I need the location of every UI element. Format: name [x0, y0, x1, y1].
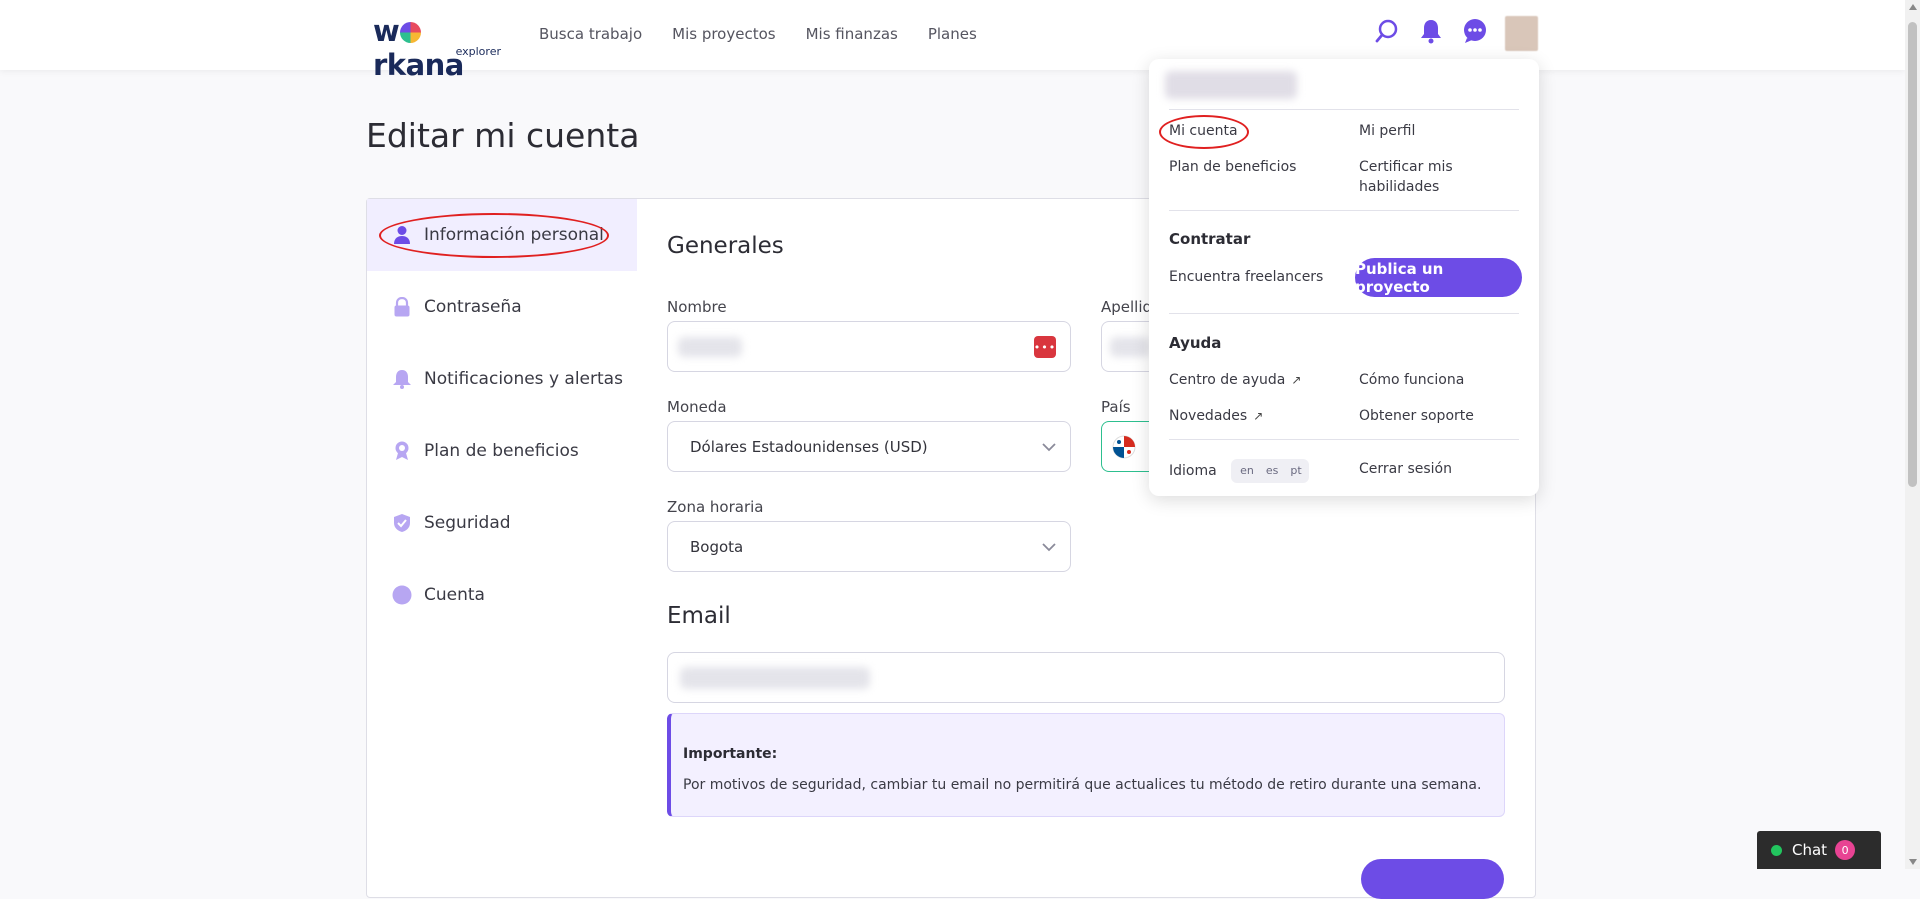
- zona-horaria-value: Bogota: [690, 537, 744, 556]
- main-nav: Busca trabajo Mis proyectos Mis finanzas…: [539, 25, 977, 43]
- scroll-up-arrow[interactable]: [1909, 4, 1917, 10]
- logo-o-icon: [400, 22, 422, 43]
- search-icon[interactable]: [1373, 17, 1401, 45]
- scroll-thumb[interactable]: [1908, 22, 1917, 487]
- menu-plan-beneficios[interactable]: Plan de beneficios: [1169, 157, 1296, 177]
- chat-unread-badge: 0: [1835, 840, 1856, 860]
- zona-horaria-label: Zona horaria: [667, 498, 764, 516]
- sidebar-item-label: Cuenta: [424, 585, 485, 605]
- lang-en-option[interactable]: en: [1235, 460, 1259, 482]
- sidebar-item-plan-beneficios[interactable]: Plan de beneficios: [367, 415, 637, 487]
- lang-es-option[interactable]: es: [1260, 460, 1284, 482]
- nav-mis-proyectos[interactable]: Mis proyectos: [672, 25, 775, 43]
- email-notice: Importante: Por motivos de seguridad, ca…: [667, 713, 1505, 817]
- external-link-icon: ↗: [1291, 373, 1302, 387]
- menu-novedades[interactable]: Novedades ↗: [1169, 406, 1263, 426]
- notice-text: Por motivos de seguridad, cambiar tu ema…: [683, 777, 1482, 793]
- moneda-label: Moneda: [667, 398, 727, 416]
- messages-icon[interactable]: [1461, 17, 1489, 45]
- account-dropdown-menu: Mi cuenta Mi perfil Plan de beneficios C…: [1149, 59, 1539, 496]
- email-input[interactable]: [667, 652, 1505, 703]
- panama-flag-icon: [1112, 435, 1136, 458]
- page-title: Editar mi cuenta: [366, 116, 640, 155]
- menu-divider: [1169, 109, 1519, 110]
- chevron-down-icon: [1042, 543, 1056, 552]
- bell-icon[interactable]: [1417, 17, 1445, 45]
- chat-label: Chat: [1792, 841, 1828, 859]
- page-scrollbar[interactable]: [1905, 0, 1920, 869]
- nombre-input[interactable]: •••: [667, 321, 1071, 372]
- nav-planes[interactable]: Planes: [928, 25, 977, 43]
- menu-divider: [1169, 313, 1519, 314]
- circle-icon: [392, 585, 412, 605]
- menu-centro-ayuda[interactable]: Centro de ayuda ↗: [1169, 370, 1301, 390]
- lock-icon: [392, 297, 412, 317]
- online-status-icon: [1771, 844, 1782, 856]
- password-manager-icon[interactable]: •••: [1034, 336, 1056, 358]
- workana-logo[interactable]: wrkana explorer: [373, 14, 503, 82]
- chevron-down-icon: [1042, 443, 1056, 452]
- nav-busca-trabajo[interactable]: Busca trabajo: [539, 25, 642, 43]
- scroll-down-arrow[interactable]: [1909, 859, 1917, 865]
- menu-heading-contratar: Contratar: [1169, 230, 1251, 248]
- sidebar-item-cuenta[interactable]: Cuenta: [367, 559, 637, 631]
- menu-obtener-soporte[interactable]: Obtener soporte: [1359, 406, 1474, 426]
- section-title-email: Email: [667, 603, 731, 629]
- sidebar-item-seguridad[interactable]: Seguridad: [367, 487, 637, 559]
- menu-novedades-label: Novedades: [1169, 408, 1248, 424]
- user-name-redacted: [1165, 71, 1297, 99]
- shield-icon: [392, 513, 412, 533]
- settings-sidebar: Información personal Contraseña Notifica…: [367, 199, 637, 897]
- moneda-select[interactable]: Dólares Estadounidenses (USD): [667, 421, 1071, 472]
- top-header: wrkana explorer Busca trabajo Mis proyec…: [0, 0, 1905, 82]
- language-switcher: en es pt: [1231, 459, 1309, 483]
- menu-certificar-habilidades[interactable]: Certificar mis habilidades: [1359, 157, 1479, 197]
- menu-mi-cuenta[interactable]: Mi cuenta: [1169, 121, 1238, 141]
- menu-idioma-label: Idioma: [1169, 463, 1217, 479]
- notice-title: Importante:: [683, 746, 778, 762]
- menu-divider: [1169, 210, 1519, 211]
- sidebar-item-informacion-personal[interactable]: Información personal: [367, 199, 637, 271]
- sidebar-item-contrasena[interactable]: Contraseña: [367, 271, 637, 343]
- sidebar-item-label: Información personal: [424, 225, 604, 245]
- sidebar-item-notificaciones[interactable]: Notificaciones y alertas: [367, 343, 637, 415]
- sidebar-item-label: Notificaciones y alertas: [424, 369, 623, 389]
- moneda-value: Dólares Estadounidenses (USD): [690, 437, 928, 456]
- nombre-value-redacted: [678, 337, 742, 357]
- logo-wordmark-end: rkana: [373, 48, 464, 82]
- logo-subtitle: explorer: [455, 45, 501, 58]
- section-title-generales: Generales: [667, 233, 784, 259]
- nombre-label: Nombre: [667, 298, 727, 316]
- lang-pt-option[interactable]: pt: [1285, 460, 1307, 482]
- external-link-icon: ↗: [1253, 409, 1264, 423]
- menu-como-funciona[interactable]: Cómo funciona: [1359, 370, 1464, 390]
- menu-cerrar-sesion[interactable]: Cerrar sesión: [1359, 459, 1452, 479]
- logo-wordmark-start: w: [373, 14, 400, 48]
- menu-mi-perfil[interactable]: Mi perfil: [1359, 121, 1415, 141]
- sidebar-item-label: Plan de beneficios: [424, 441, 579, 461]
- user-avatar[interactable]: [1505, 16, 1538, 51]
- sidebar-item-label: Contraseña: [424, 297, 522, 317]
- header-actions: [1373, 17, 1489, 45]
- zona-horaria-select[interactable]: Bogota: [667, 521, 1071, 572]
- menu-centro-ayuda-label: Centro de ayuda: [1169, 372, 1286, 388]
- chat-widget[interactable]: Chat 0: [1757, 831, 1881, 869]
- nav-mis-finanzas[interactable]: Mis finanzas: [806, 25, 898, 43]
- menu-encuentra-freelancers[interactable]: Encuentra freelancers: [1169, 267, 1323, 287]
- email-value-redacted: [680, 667, 870, 689]
- award-icon: [392, 441, 412, 461]
- save-button[interactable]: [1361, 859, 1504, 899]
- user-icon: [392, 225, 412, 245]
- pais-label: País: [1101, 398, 1131, 416]
- publica-proyecto-button[interactable]: Publica un proyecto: [1355, 258, 1522, 297]
- sidebar-item-label: Seguridad: [424, 513, 511, 533]
- menu-idioma: Idioma en es pt: [1169, 459, 1309, 483]
- apellido-value-redacted: [1110, 337, 1150, 357]
- menu-heading-ayuda: Ayuda: [1169, 334, 1222, 352]
- menu-divider: [1169, 439, 1519, 440]
- bell-icon: [392, 369, 412, 389]
